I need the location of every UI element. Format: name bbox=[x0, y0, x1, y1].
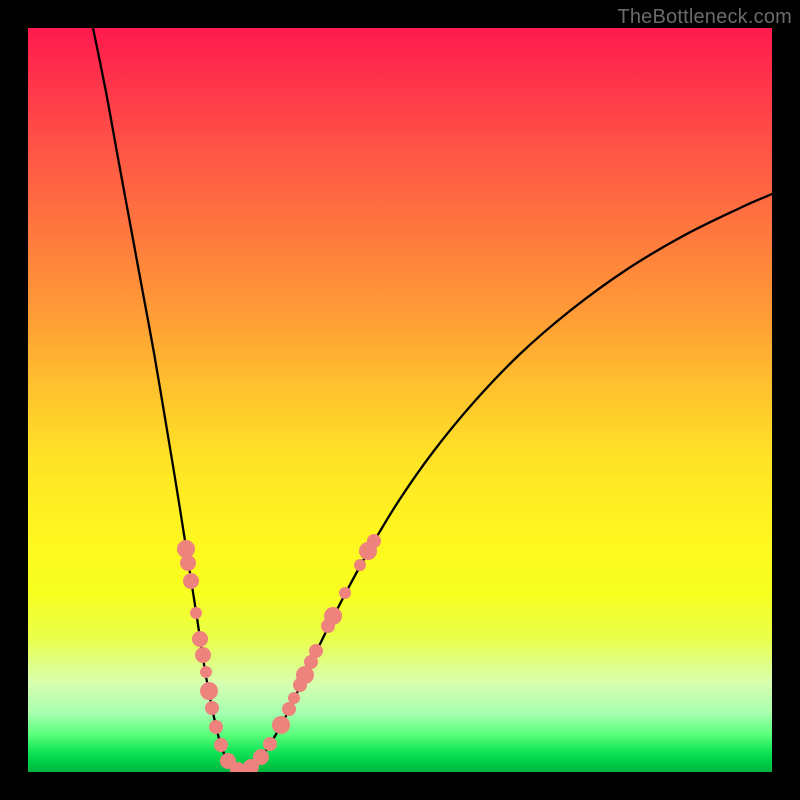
curve-left-branch bbox=[93, 28, 240, 772]
data-point-left bbox=[183, 573, 199, 589]
watermark-text: TheBottleneck.com bbox=[617, 6, 792, 29]
curve-layer bbox=[93, 28, 772, 772]
data-point-left bbox=[190, 607, 202, 619]
data-point-left bbox=[214, 738, 228, 752]
plot-area bbox=[28, 28, 772, 772]
bottleneck-curve-svg bbox=[28, 28, 772, 772]
data-point-left bbox=[200, 666, 212, 678]
data-point-right bbox=[354, 559, 366, 571]
data-point-right bbox=[339, 587, 351, 599]
chart-frame: TheBottleneck.com bbox=[0, 0, 800, 800]
curve-right-branch bbox=[240, 194, 772, 772]
data-point-left bbox=[205, 701, 219, 715]
data-point-right bbox=[272, 716, 290, 734]
data-point-right bbox=[309, 644, 323, 658]
data-point-right bbox=[324, 607, 342, 625]
data-point-right bbox=[253, 749, 269, 765]
data-point-right bbox=[288, 692, 300, 704]
data-point-left bbox=[180, 555, 196, 571]
data-point-right bbox=[263, 737, 277, 751]
data-point-left bbox=[209, 720, 223, 734]
data-point-left bbox=[192, 631, 208, 647]
data-point-left bbox=[195, 647, 211, 663]
data-point-left bbox=[200, 682, 218, 700]
data-points-layer bbox=[177, 534, 381, 772]
data-point-right bbox=[367, 534, 381, 548]
data-point-right bbox=[282, 702, 296, 716]
